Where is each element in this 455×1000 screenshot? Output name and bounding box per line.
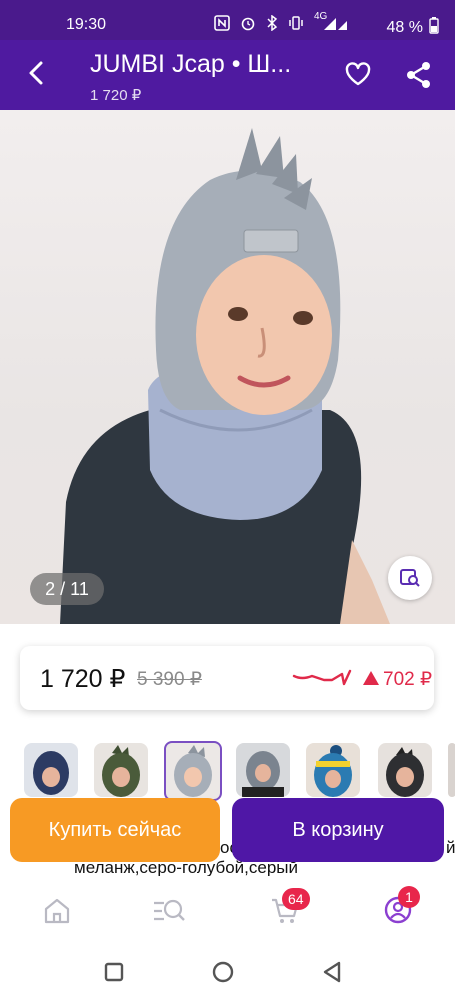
- profile-badge: 1: [398, 886, 420, 908]
- cart-badge: 64: [282, 888, 310, 910]
- catalog-search-icon[interactable]: [152, 896, 185, 926]
- price-delta-value: 702 ₽: [383, 669, 433, 690]
- heart-icon[interactable]: [344, 60, 372, 88]
- battery-status: 48 %: [387, 16, 439, 39]
- photo-counter: 2 / 11: [30, 573, 104, 605]
- old-price: 5 390 ₽: [137, 669, 202, 690]
- image-search-icon[interactable]: [388, 556, 432, 600]
- back-arrow-icon[interactable]: [22, 58, 52, 88]
- system-nav-bar: [0, 940, 455, 1000]
- bottom-tab-bar: 64 1: [0, 878, 455, 940]
- alarm-icon: [240, 15, 256, 34]
- thumbnail-selected[interactable]: [164, 741, 222, 801]
- status-time: 19:30: [66, 16, 107, 33]
- buy-now-button[interactable]: Купить сейчас: [10, 798, 220, 862]
- current-price: 1 720 ₽: [40, 665, 126, 693]
- status-bar: 19:30 4G 48 %: [0, 0, 455, 40]
- price-trend-icon: [292, 668, 352, 690]
- thumbnail[interactable]: [448, 743, 455, 797]
- price-delta: 702 ₽: [363, 668, 432, 691]
- thumbnail-strip: [0, 738, 455, 804]
- thumbnail[interactable]: [24, 743, 78, 797]
- battery-text: 48 %: [386, 18, 423, 36]
- recents-icon[interactable]: [104, 962, 124, 987]
- signal-icon: 4G: [314, 11, 348, 34]
- status-icons: 4G: [214, 11, 348, 34]
- thumbnail[interactable]: [94, 743, 148, 797]
- nfc-icon: [214, 15, 230, 34]
- header-price: 1 720 ₽: [90, 87, 142, 104]
- up-triangle-icon: [363, 669, 379, 691]
- home-icon[interactable]: [42, 896, 72, 926]
- home-circle-icon[interactable]: [212, 961, 234, 988]
- back-triangle-icon[interactable]: [322, 961, 342, 988]
- product-photo[interactable]: [0, 110, 455, 624]
- thumbnail[interactable]: [236, 743, 290, 797]
- network-label: 4G: [314, 11, 328, 22]
- vibrate-icon: [288, 15, 304, 34]
- description-fragment-right: й: [446, 838, 455, 857]
- add-to-cart-button[interactable]: В корзину: [232, 798, 444, 862]
- app-header: JUMBI Jcap • Ш... 1 720 ₽: [0, 40, 455, 110]
- share-icon[interactable]: [404, 60, 434, 90]
- bluetooth-icon: [266, 14, 278, 34]
- battery-icon: [429, 16, 439, 39]
- page-title: JUMBI Jcap • Ш...: [90, 50, 292, 78]
- price-card[interactable]: 1 720 ₽ 5 390 ₽ 702 ₽: [20, 646, 434, 710]
- thumbnail[interactable]: [306, 743, 360, 797]
- thumbnail[interactable]: [378, 743, 432, 797]
